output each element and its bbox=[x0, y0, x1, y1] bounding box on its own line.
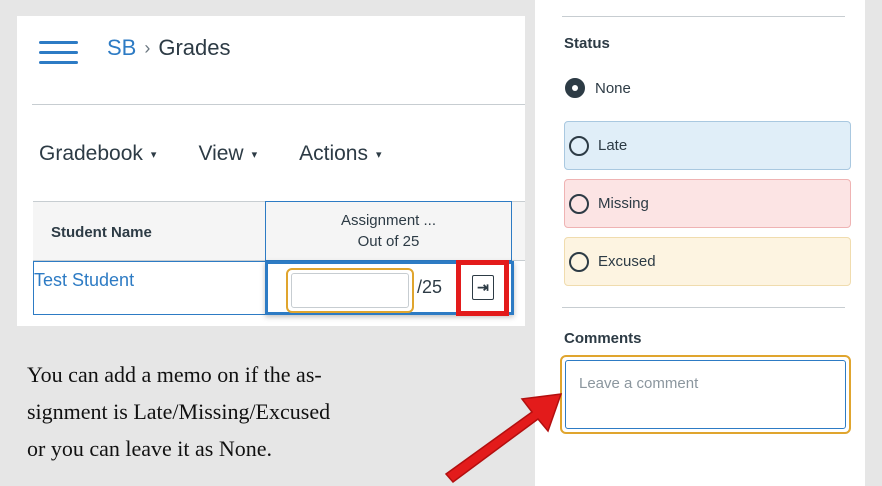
grade-input[interactable] bbox=[286, 268, 414, 313]
tutorial-caption: You can add a memo on if the as- signmen… bbox=[27, 356, 487, 467]
student-name-column-header[interactable]: Student Name bbox=[33, 201, 266, 261]
grade-total: /25 bbox=[417, 277, 443, 297]
gradebook-toolbar: Gradebook ▾ View ▾ Actions ▾ bbox=[39, 142, 424, 166]
gradebook-panel: SB › Grades Gradebook ▾ View ▾ Actions ▾… bbox=[17, 16, 525, 326]
status-heading: Status bbox=[564, 35, 610, 52]
grade-detail-tray: Status None Late Missing Excused Comment… bbox=[535, 0, 865, 486]
caption-line: signment is Late/Missing/Excused bbox=[27, 399, 331, 424]
grade-input-field[interactable] bbox=[291, 273, 409, 308]
status-option-excused[interactable]: Excused bbox=[564, 237, 851, 286]
highlight-box: ⇥ bbox=[456, 260, 509, 316]
status-option-late[interactable]: Late bbox=[564, 121, 851, 170]
tray-divider bbox=[562, 307, 845, 308]
grade-cell[interactable]: /25 ⇥ bbox=[265, 260, 514, 316]
radio-unchecked-icon[interactable] bbox=[569, 193, 589, 214]
tray-divider bbox=[562, 16, 845, 17]
breadcrumb: SB › Grades bbox=[107, 35, 231, 61]
header-divider bbox=[32, 104, 525, 105]
expand-tray-icon[interactable]: ⇥ bbox=[472, 275, 494, 300]
assignment-header-points: Out of 25 bbox=[357, 233, 420, 250]
view-menu-label: View bbox=[198, 142, 244, 165]
comment-placeholder[interactable]: Leave a comment bbox=[565, 360, 846, 429]
status-option-label: Missing bbox=[598, 195, 649, 212]
red-arrow-icon bbox=[444, 393, 563, 484]
status-option-label: None bbox=[595, 79, 631, 97]
next-column-header bbox=[512, 201, 525, 261]
status-option-none[interactable]: None bbox=[565, 78, 631, 98]
comment-textarea[interactable]: Leave a comment bbox=[560, 355, 851, 434]
caption-line: or you can leave it as None. bbox=[27, 436, 272, 461]
comments-heading: Comments bbox=[564, 330, 642, 347]
caret-down-icon: ▾ bbox=[251, 148, 258, 161]
breadcrumb-current: Grades bbox=[158, 35, 231, 60]
breadcrumb-course-link[interactable]: SB bbox=[107, 35, 136, 61]
actions-menu-button[interactable]: Actions ▾ bbox=[299, 142, 381, 166]
assignment-header-title: Assignment ... bbox=[340, 212, 437, 229]
caption-line: You can add a memo on if the as- bbox=[27, 362, 322, 387]
gradebook-grid: Student Name Assignment ... Out of 25 Te… bbox=[33, 201, 525, 316]
status-option-missing[interactable]: Missing bbox=[564, 179, 851, 228]
gradebook-menu-button[interactable]: Gradebook ▾ bbox=[39, 142, 156, 166]
caret-down-icon: ▾ bbox=[150, 148, 157, 161]
breadcrumb-separator: › bbox=[144, 37, 151, 58]
student-name-link[interactable]: Test Student bbox=[33, 261, 266, 315]
status-option-label: Late bbox=[598, 137, 628, 154]
hamburger-menu-icon[interactable] bbox=[39, 41, 78, 64]
caret-down-icon: ▾ bbox=[375, 148, 382, 161]
view-menu-button[interactable]: View ▾ bbox=[198, 142, 257, 166]
assignment-column-header[interactable]: Assignment ... Out of 25 bbox=[265, 201, 512, 261]
status-option-label: Excused bbox=[598, 253, 656, 270]
radio-unchecked-icon[interactable] bbox=[569, 135, 589, 156]
gradebook-menu-label: Gradebook bbox=[39, 142, 143, 165]
actions-menu-label: Actions bbox=[299, 142, 368, 165]
radio-checked-icon[interactable] bbox=[565, 78, 585, 98]
radio-unchecked-icon[interactable] bbox=[569, 251, 589, 272]
